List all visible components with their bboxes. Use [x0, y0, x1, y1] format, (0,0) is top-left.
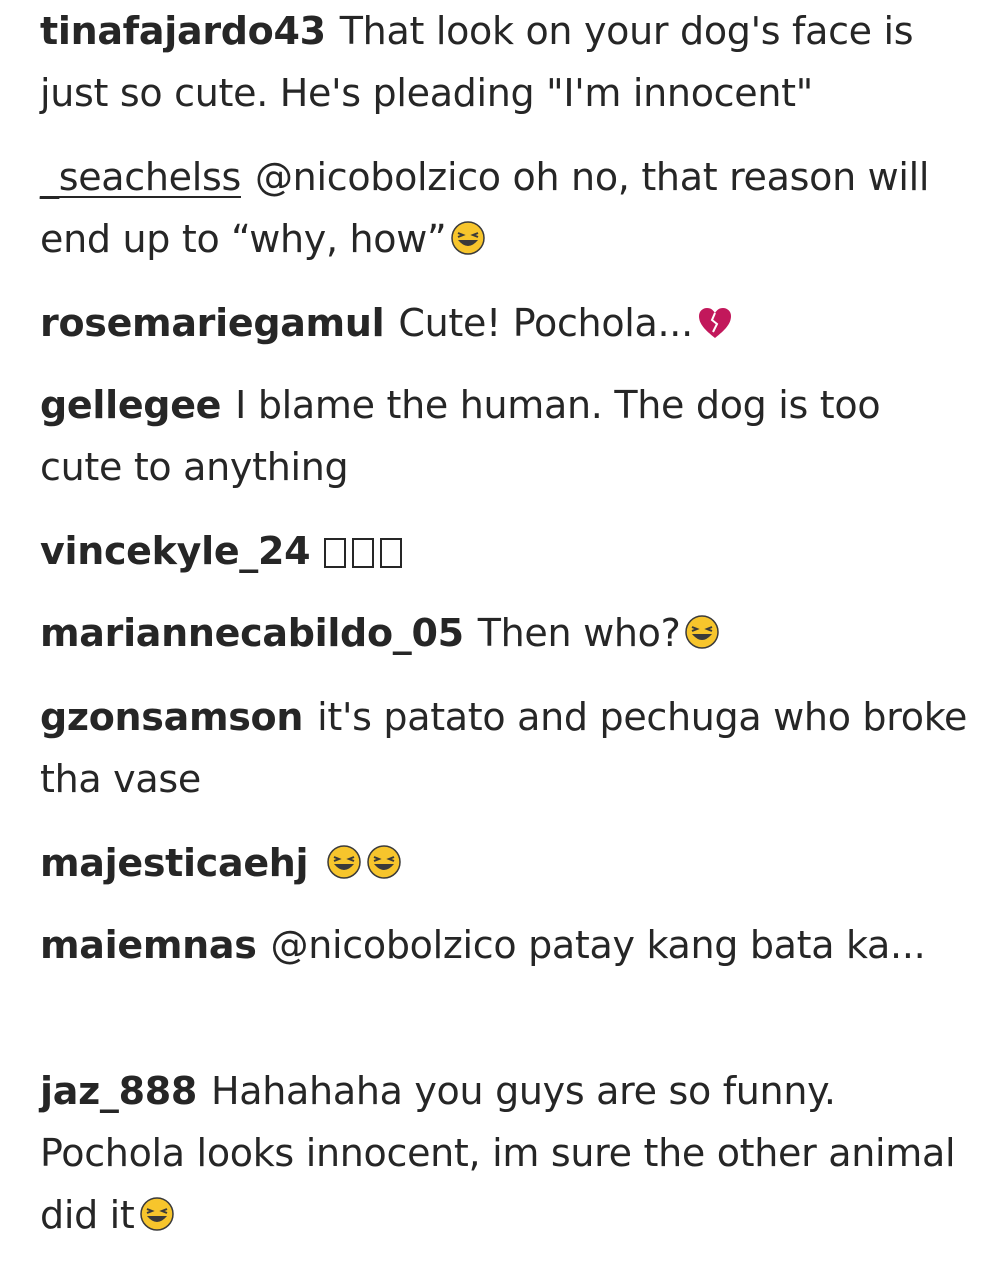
comment-item: mariannecabildo_05 Then who? — [40, 602, 970, 664]
grinning-squint-face-icon — [139, 1196, 175, 1232]
comment-item: _seachelss @nicobolzico oh no, that reaso… — [40, 146, 970, 270]
comment-item: maiemnas @nicobolzico patay kang bata ka.… — [40, 914, 970, 976]
comment-username[interactable]: mariannecabildo_05 — [40, 611, 464, 655]
comment-text: Cute! Pochola... — [398, 301, 693, 345]
comment-username[interactable]: _seachelss — [40, 155, 241, 199]
comment-username[interactable]: gzonsamson — [40, 695, 303, 739]
comment-item: rosemariegamul Cute! Pochola... — [40, 292, 970, 354]
grinning-squint-face-icon — [684, 614, 720, 650]
comment-username[interactable]: majesticaehj — [40, 841, 309, 885]
comment-username[interactable]: rosemariegamul — [40, 301, 385, 345]
comment-item: majesticaehj — [40, 832, 970, 894]
comment-item: vincekyle_24 — [40, 520, 970, 582]
grinning-squint-face-icon — [450, 220, 486, 256]
broken-heart-icon — [697, 306, 733, 340]
grinning-squint-face-icon — [366, 844, 402, 880]
comment-item: gzonsamson it's patato and pechuga who br… — [40, 686, 970, 810]
comment-item: gellegee I blame the human. The dog is to… — [40, 374, 970, 498]
comment-username[interactable]: vincekyle_24 — [40, 529, 311, 573]
comment-username[interactable]: tinafajardo43 — [40, 9, 326, 53]
comment-username[interactable]: jaz_888 — [40, 1069, 197, 1113]
comments-list: tinafajardo43 That look on your dog's fac… — [0, 0, 1000, 1281]
comment-username[interactable]: gellegee — [40, 383, 221, 427]
grinning-squint-face-icon — [326, 844, 362, 880]
comment-text: Then who? — [477, 611, 681, 655]
comment-text: @nicobolzico patay kang bata ka... — [270, 923, 926, 967]
comment-username[interactable]: maiemnas — [40, 923, 257, 967]
comment-item: jaz_888 Hahahaha you guys are so funny. P… — [40, 1060, 970, 1246]
comment-item: tinafajardo43 That look on your dog's fac… — [40, 0, 970, 124]
missing-glyph-icon — [324, 529, 408, 573]
